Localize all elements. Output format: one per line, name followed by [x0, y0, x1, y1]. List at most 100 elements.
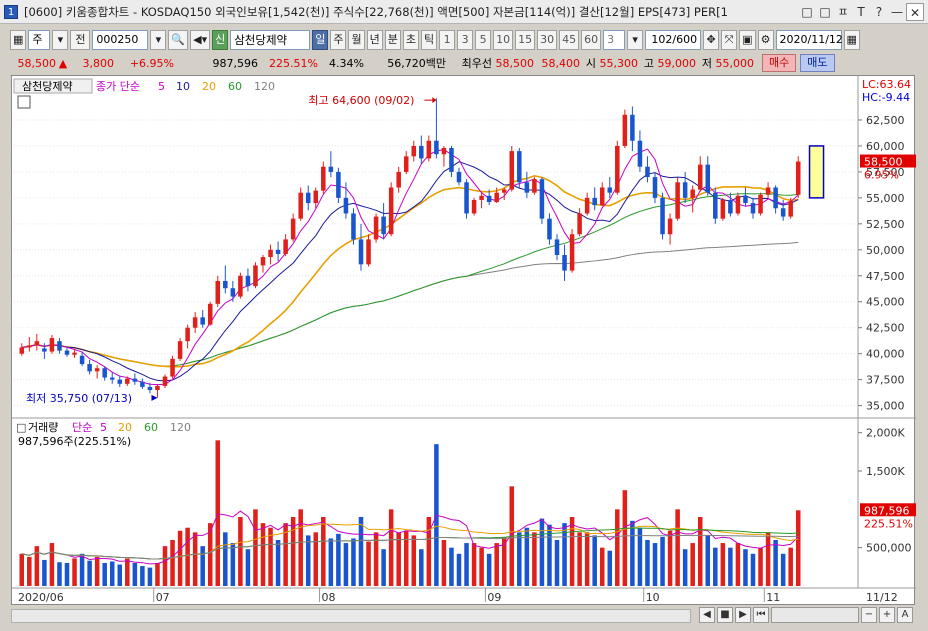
layout-icon[interactable]: ▦	[10, 30, 27, 50]
interval-30[interactable]: 30	[537, 30, 558, 50]
chart-area[interactable]: 62,500 60,000 57,500 55,000 52,500 50,000 47,5…	[11, 75, 916, 606]
volume-legend-ma-period: 60	[144, 421, 158, 434]
save-icon[interactable]: ▣	[739, 30, 756, 50]
volume-legend-ma-title: 단순	[72, 421, 92, 434]
text-icon[interactable]: T	[852, 3, 870, 21]
candle-body	[517, 151, 522, 183]
volume-ma5-line	[21, 510, 799, 565]
volume-bar	[290, 517, 296, 586]
count-input[interactable]: 102/600	[645, 30, 702, 50]
period-day[interactable]: 일	[312, 30, 329, 50]
volume-bar	[539, 518, 545, 586]
window-number-badge[interactable]: 1	[4, 4, 18, 19]
volume-bar	[750, 553, 756, 586]
period-select[interactable]: 주	[28, 30, 51, 50]
interval-45[interactable]: 45	[559, 30, 580, 50]
interval-15[interactable]: 15	[515, 30, 536, 50]
volume-bar	[87, 560, 92, 586]
candle-body	[155, 385, 160, 391]
stock-code-input[interactable]: 000250	[92, 30, 149, 50]
price-tick-label: 60,000	[866, 140, 905, 153]
stop-icon[interactable]: ■	[717, 607, 733, 623]
candle-body	[64, 350, 70, 355]
zoom-in-icon[interactable]: +	[879, 607, 895, 623]
chart-scrollbar[interactable]	[11, 609, 691, 623]
fit-icon[interactable]: ✥	[703, 30, 720, 50]
volume-bar	[57, 562, 62, 586]
period-week[interactable]: 주	[330, 30, 347, 50]
buy-button[interactable]: 매수	[762, 54, 797, 72]
price-tick-label: 52,500	[866, 218, 905, 231]
sell-button[interactable]: 매도	[800, 54, 835, 72]
ma120-line	[21, 241, 799, 367]
nav-buttons: ◀ ■ ▶ ⏮ − + A	[699, 607, 913, 623]
period-month[interactable]: 월	[348, 30, 365, 50]
help-icon[interactable]: ?	[870, 3, 888, 21]
period-second[interactable]: 초	[402, 30, 419, 50]
calendar-icon[interactable]: ▦	[843, 30, 860, 50]
date-input[interactable]: 2020/11/12	[775, 30, 843, 50]
text-a-icon[interactable]: A	[897, 607, 913, 623]
period-minute[interactable]: 분	[384, 30, 401, 50]
candle-body	[434, 140, 439, 155]
zoom-out-icon[interactable]: −	[861, 607, 877, 623]
interval-10[interactable]: 10	[493, 30, 514, 50]
settings-icon[interactable]: ⚙	[757, 30, 774, 50]
tile-icon[interactable]: □	[816, 3, 834, 21]
interval-input[interactable]: 3	[603, 30, 626, 50]
restore-icon[interactable]: □	[798, 3, 816, 21]
candle-body	[170, 358, 175, 377]
interval-5[interactable]: 5	[475, 30, 492, 50]
volume-value: 987,596	[212, 56, 259, 70]
candle-body	[125, 378, 130, 384]
draw-icon[interactable]: ⤧	[721, 30, 738, 50]
candle-body	[260, 257, 266, 266]
interval-60[interactable]: 60	[581, 30, 602, 50]
volume-bar	[554, 540, 560, 586]
candle-body	[366, 239, 371, 265]
new-button[interactable]: 신	[212, 30, 229, 50]
volume-bar	[109, 561, 115, 586]
price-tick-label: 35,000	[866, 400, 905, 413]
current-volume-percent-tag: 225.51%	[864, 517, 913, 530]
candle-body	[539, 179, 545, 219]
search-icon[interactable]: 🔍	[168, 30, 189, 50]
period-tick[interactable]: 틱	[420, 30, 438, 50]
volume-bar	[94, 556, 100, 586]
candle-body	[290, 218, 296, 240]
minimize-icon[interactable]: —	[888, 3, 906, 21]
interval-dropdown-icon[interactable]: ▾	[627, 30, 644, 50]
volume-bar	[185, 527, 190, 586]
chart-svg[interactable]: 62,50060,00057,50055,00052,50050,00047,5…	[12, 76, 916, 606]
price-tick-label: 50,000	[866, 244, 905, 257]
step-back-icon[interactable]: ◀	[699, 607, 715, 623]
candle-body	[207, 303, 213, 325]
legend-ma-period: 10	[176, 80, 190, 93]
speaker-icon[interactable]: ◀▾	[190, 30, 211, 50]
first-icon[interactable]: ⏮	[753, 607, 769, 623]
period-year[interactable]: 년	[366, 30, 383, 50]
candle-body	[773, 187, 778, 209]
legend-ma-period: 5	[158, 80, 165, 93]
interval-3[interactable]: 3	[457, 30, 474, 50]
candle-body	[268, 249, 273, 258]
interval-1[interactable]: 1	[439, 30, 456, 50]
candle-body	[449, 148, 454, 172]
candle-body	[336, 171, 341, 198]
prev-button[interactable]: 전	[70, 30, 91, 50]
candle-body	[343, 197, 349, 214]
pin-icon[interactable]: ㅍ	[834, 3, 852, 21]
volume-legend-ma-period: 20	[118, 421, 132, 434]
x-tick-label: 11	[766, 591, 780, 604]
candle-body	[87, 364, 92, 372]
candle-body	[682, 182, 688, 198]
code-dropdown-icon[interactable]: ▾	[150, 30, 167, 50]
candle-body	[238, 275, 243, 297]
volume-bar	[426, 517, 432, 586]
period-dropdown-icon[interactable]: ▾	[52, 30, 69, 50]
close-icon[interactable]: ✕	[906, 2, 924, 21]
volume-bar	[366, 541, 371, 586]
step-forward-icon[interactable]: ▶	[735, 607, 751, 623]
bid-price: 58,400	[541, 56, 581, 70]
zoom-slider[interactable]	[771, 607, 859, 623]
